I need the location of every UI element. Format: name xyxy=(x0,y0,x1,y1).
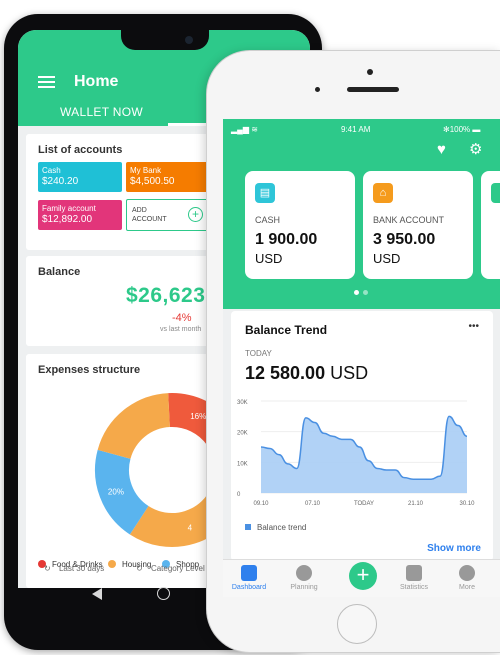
legend-swatch xyxy=(245,524,251,530)
menu-icon[interactable] xyxy=(38,76,55,88)
cash-account-card[interactable]: ▤ CASH 1 900.00 USD xyxy=(245,171,355,279)
balance-change: -4% xyxy=(172,312,192,324)
y-tick-label: 20K xyxy=(237,431,248,437)
tab-planning[interactable]: Planning xyxy=(279,584,329,591)
legend-label: Balance trend xyxy=(257,523,307,532)
front-camera xyxy=(367,69,373,75)
balance-trend-card: Balance Trend ••• TODAY 12 580.00 USD 30… xyxy=(231,311,493,561)
balance-vs-label: vs last month xyxy=(160,326,202,333)
card-value: 1 900.00 xyxy=(255,231,318,248)
y-tick-label: 0 xyxy=(237,492,241,498)
battery-status: ✻100% ▬ xyxy=(443,125,481,134)
wallet-icon: ▤ xyxy=(255,183,275,203)
trend-total: 12 580.00 USD xyxy=(245,363,368,384)
page-dot[interactable] xyxy=(363,290,368,295)
proximity-sensor xyxy=(315,87,320,92)
screenshot-stage: Home WALLET NOW A List of accounts Cash … xyxy=(0,0,500,655)
trend-period: TODAY xyxy=(245,349,272,358)
settings-gear-icon[interactable]: ⚙ xyxy=(469,140,482,158)
add-account-button[interactable]: ADD ACCOUNT + xyxy=(126,199,208,231)
account-tile-cash[interactable]: Cash $240.20 xyxy=(38,162,122,192)
signal-icon: ▂▄▆ ≋ xyxy=(231,125,258,134)
battery-level: 100% xyxy=(449,125,471,134)
plus-icon: + xyxy=(188,207,203,222)
status-time: 9:41 AM xyxy=(341,125,371,134)
next-card-peek[interactable] xyxy=(481,171,500,279)
balance-title: Balance xyxy=(38,266,81,278)
show-more-link[interactable]: Show more xyxy=(427,543,481,554)
more-menu-icon[interactable]: ••• xyxy=(468,321,479,332)
slice-label: 4 xyxy=(188,523,193,532)
donut-slice xyxy=(97,393,171,460)
home-circle-icon[interactable] xyxy=(157,587,170,600)
slice-label: 20% xyxy=(108,487,124,496)
trend-total-currency: USD xyxy=(330,363,369,383)
account-name: My Bank xyxy=(130,166,162,175)
tab-more[interactable]: More xyxy=(442,584,492,591)
bank-account-card[interactable]: ⌂ BANK ACCOUNT 3 950.00 USD xyxy=(363,171,473,279)
more-icon xyxy=(459,565,475,581)
page-title: Home xyxy=(74,73,119,90)
accounts-title: List of accounts xyxy=(38,144,123,156)
dashboard-icon xyxy=(241,565,257,581)
card-currency: USD xyxy=(255,251,283,266)
front-camera xyxy=(185,36,193,44)
account-amount: $12,892.00 xyxy=(42,214,93,225)
y-tick-label: 10K xyxy=(237,461,248,467)
iphone-screen: ▂▄▆ ≋ 9:41 AM ✻100% ▬ ♥ ⚙ ▤ CASH 1 900.0… xyxy=(223,119,500,597)
trend-title: Balance Trend xyxy=(245,323,328,337)
page-dot-active[interactable] xyxy=(354,290,359,295)
tab-statistics[interactable]: Statistics xyxy=(389,584,439,591)
card-icon xyxy=(491,183,500,203)
tab-wallet-now[interactable]: WALLET NOW xyxy=(60,105,143,119)
account-tile-my-bank[interactable]: My Bank $4,500.50 xyxy=(126,162,210,192)
earpiece-speaker xyxy=(347,87,399,92)
account-amount: $240.20 xyxy=(42,176,79,187)
statistics-icon xyxy=(406,565,422,581)
balance-trend-chart: 30K 20K 10K 0 09.10 07.10 TODAY 21.10 30.10 xyxy=(237,400,475,507)
account-name: Family account xyxy=(42,204,96,213)
health-heart-icon[interactable]: ♥ xyxy=(437,141,446,158)
trend-total-value: 12 580.00 xyxy=(245,363,326,383)
account-tile-family[interactable]: Family account $12,892.00 xyxy=(38,200,122,230)
x-tick-label: 21.10 xyxy=(408,501,424,507)
account-amount: $4,500.50 xyxy=(130,176,175,187)
add-record-button[interactable]: + xyxy=(349,562,377,590)
phone-notch xyxy=(121,28,209,50)
trend-legend: Balance trend xyxy=(245,523,306,532)
card-label: BANK ACCOUNT xyxy=(373,215,445,225)
x-tick-label: 07.10 xyxy=(305,501,321,507)
back-icon[interactable] xyxy=(92,588,102,600)
x-tick-label: 30.10 xyxy=(459,501,475,507)
y-tick-label: 30K xyxy=(237,400,248,406)
x-tick-label: 09.10 xyxy=(253,501,269,507)
account-name: Cash xyxy=(42,166,61,175)
legend-dot xyxy=(108,560,116,568)
period-label: Last 30 days xyxy=(58,564,105,573)
card-label: CASH xyxy=(255,215,281,225)
x-tick-label: TODAY xyxy=(354,501,374,507)
period-filter[interactable]: ↻ Last 30 days xyxy=(44,564,104,573)
slice-label: 16% xyxy=(190,412,206,421)
iphone-device: ▂▄▆ ≋ 9:41 AM ✻100% ▬ ♥ ⚙ ▤ CASH 1 900.0… xyxy=(206,50,500,653)
card-currency: USD xyxy=(373,251,401,266)
card-value: 3 950.00 xyxy=(373,231,436,248)
tab-dashboard[interactable]: Dashboard xyxy=(224,584,274,591)
tab-bar: Dashboard Planning + Statistics More xyxy=(223,559,500,597)
expenses-title: Expenses structure xyxy=(38,364,141,376)
bank-icon: ⌂ xyxy=(373,183,393,203)
planning-icon xyxy=(296,565,312,581)
category-filter[interactable]: ↻ Category Level 1 xyxy=(136,564,211,573)
home-button[interactable] xyxy=(337,604,377,644)
category-label: Category Level 1 xyxy=(150,564,212,573)
